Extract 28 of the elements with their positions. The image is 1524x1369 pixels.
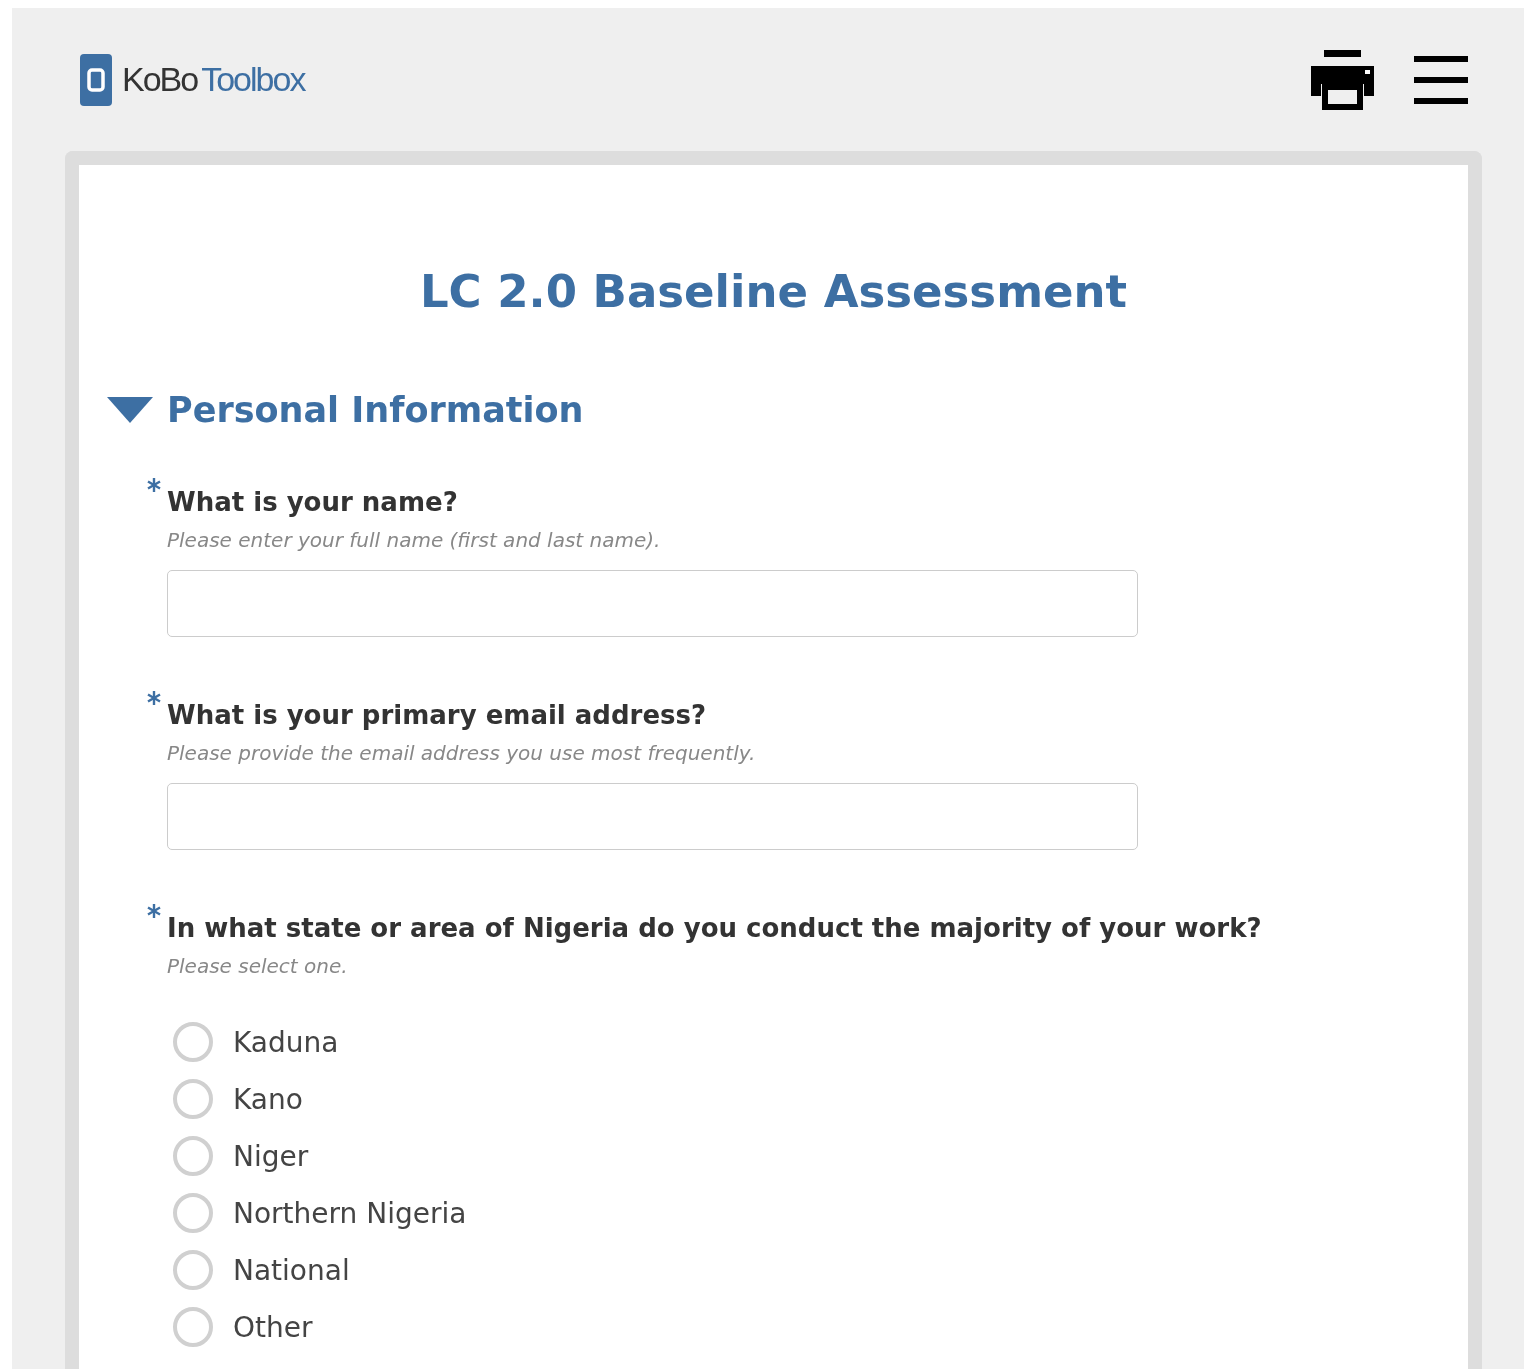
radio-button[interactable]: [173, 1022, 213, 1062]
option-label[interactable]: Kaduna: [233, 1025, 339, 1059]
option-label[interactable]: Northern Nigeria: [233, 1196, 467, 1230]
option-label[interactable]: Niger: [233, 1139, 309, 1173]
question-label: What is your primary email address?: [167, 699, 707, 732]
form-title: LC 2.0 Baseline Assessment: [418, 265, 1129, 318]
radio-button[interactable]: [173, 1250, 213, 1290]
input-field[interactable]: [167, 783, 1138, 850]
question-hint: Please enter your full name (first and last name).: [167, 528, 662, 552]
option-label[interactable]: National: [233, 1253, 350, 1287]
question-hint: Please select one.: [167, 954, 349, 978]
logo-text: Toolbox: [201, 60, 305, 99]
group-title[interactable]: Personal Information: [167, 390, 584, 430]
question-label: What is your name?: [167, 486, 458, 519]
input-field[interactable]: [167, 570, 1138, 637]
print-icon[interactable]: [1311, 49, 1374, 110]
collapse-caret-icon[interactable]: [107, 397, 153, 423]
question-hint: Please provide the email address you use most frequently.: [167, 741, 757, 765]
radio-button[interactable]: [173, 1136, 213, 1176]
radio-button[interactable]: [173, 1079, 213, 1119]
option-label[interactable]: Kano: [233, 1082, 303, 1116]
question-label: In what state or area of Nigeria do you conduct the majority of your work?: [167, 912, 1262, 945]
logo-text: KoBo: [122, 60, 198, 99]
option-label[interactable]: Other: [233, 1310, 313, 1344]
radio-button[interactable]: [173, 1193, 213, 1233]
menu-icon[interactable]: [1414, 55, 1468, 104]
logo-icon: [80, 53, 112, 106]
radio-button[interactable]: [173, 1307, 213, 1347]
